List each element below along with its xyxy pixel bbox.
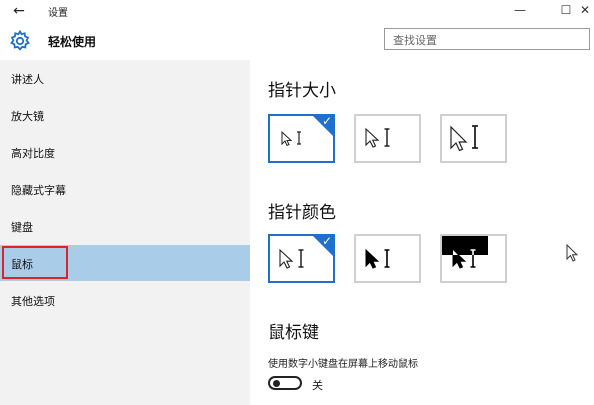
sidebar-item-narrator[interactable]: 讲述人 [0, 60, 250, 96]
sidebar-item-closed-captions[interactable]: 隐藏式字幕 [0, 171, 250, 207]
close-button[interactable]: ✕ [580, 0, 594, 20]
title-bar: ← 设置 — ☐ ✕ [0, 0, 594, 22]
sidebar-item-mouse[interactable]: 鼠标 [0, 245, 250, 281]
page-title: 轻松使用 [48, 35, 97, 49]
mouse-keys-toggle[interactable] [268, 376, 302, 390]
sidebar-item-keyboard[interactable]: 键盘 [0, 208, 250, 244]
sidebar-item-label: 放大镜 [11, 110, 44, 123]
sidebar-item-label: 其他选项 [11, 295, 55, 308]
search-input[interactable]: 查找设置 [384, 28, 590, 50]
sidebar-item-label: 鼠标 [11, 258, 33, 271]
sidebar-item-label: 高对比度 [11, 147, 55, 160]
sidebar-item-label: 隐藏式字幕 [11, 184, 66, 197]
pointer-color-option-white[interactable]: ✓ [268, 234, 335, 283]
page-header: 轻松使用 查找设置 [0, 22, 594, 60]
minimize-button[interactable]: — [497, 0, 543, 20]
pointer-size-option-small[interactable]: ✓ [268, 114, 335, 163]
sidebar-item-magnifier[interactable]: 放大镜 [0, 97, 250, 133]
mouse-keys-heading: 鼠标键 [268, 323, 319, 343]
sidebar-item-high-contrast[interactable]: 高对比度 [0, 134, 250, 170]
pointer-size-heading: 指针大小 [268, 81, 336, 101]
pointer-color-option-black[interactable] [354, 234, 421, 283]
pointer-size-option-medium[interactable] [354, 114, 421, 163]
pointer-color-heading: 指针颜色 [268, 203, 336, 223]
black-pointer-icon [365, 248, 390, 269]
mouse-keys-description: 使用数字小键盘在屏幕上移动鼠标 [268, 359, 418, 370]
sidebar-item-other-options[interactable]: 其他选项 [0, 282, 250, 318]
toggle-knob [273, 380, 280, 387]
large-pointer-icon [450, 125, 478, 152]
main-content: 指针大小 ✓ 指针颜色 ✓ 鼠标键 使用数字小键盘在屏幕上移动鼠标 关 [250, 60, 594, 405]
toggle-state-label: 关 [312, 379, 323, 392]
small-pointer-icon [281, 130, 301, 147]
sidebar-item-label: 讲述人 [11, 73, 44, 86]
window-title: 设置 [48, 8, 68, 19]
gear-icon [8, 29, 32, 53]
inverted-pointer-icon [442, 236, 488, 269]
white-pointer-icon [279, 248, 304, 269]
medium-pointer-icon [365, 127, 390, 148]
sidebar: 讲述人 放大镜 高对比度 隐藏式字幕 键盘 鼠标 其他选项 [0, 60, 250, 405]
mouse-cursor-icon [566, 243, 580, 268]
pointer-color-option-inverted[interactable] [440, 234, 507, 283]
sidebar-item-label: 键盘 [11, 221, 33, 234]
back-button[interactable]: ← [8, 2, 30, 20]
pointer-size-option-large[interactable] [440, 114, 507, 163]
